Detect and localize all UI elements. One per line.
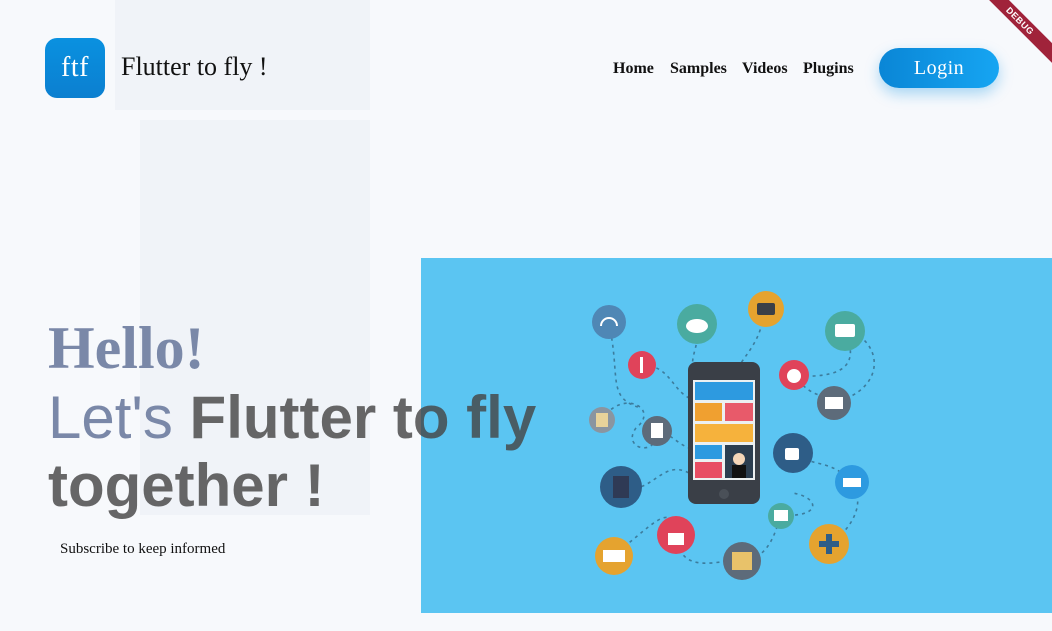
thumbs-up-icon	[773, 433, 813, 473]
hero-headline-line1: Let's Flutter to fly	[48, 384, 536, 452]
hero-hello: Hello!	[48, 315, 205, 381]
nav-samples[interactable]: Samples	[670, 60, 727, 78]
shopping-basket-icon	[835, 465, 869, 499]
open-book-icon	[595, 537, 633, 575]
subscribe-text[interactable]: Subscribe to keep informed	[60, 541, 225, 558]
brand-title: Flutter to fly !	[121, 52, 268, 81]
hero-headline-prefix: Let's	[48, 384, 190, 451]
nav-plugins[interactable]: Plugins	[803, 60, 854, 78]
headphones-icon	[592, 305, 626, 339]
login-button[interactable]: Login	[879, 48, 999, 88]
hero-headline-brand: Flutter to fly	[189, 384, 537, 451]
map-icon	[723, 542, 761, 580]
nav-videos[interactable]: Videos	[742, 60, 788, 78]
smartphone-icon	[688, 362, 760, 504]
nav-home[interactable]: Home	[613, 60, 654, 78]
page: ftf Flutter to fly ! Home Samples Videos…	[0, 0, 1052, 631]
login-label: Login	[913, 56, 965, 79]
cloud-icon	[677, 304, 717, 344]
mail-icon	[817, 386, 851, 420]
chat-icon	[825, 311, 865, 351]
stopwatch-icon	[779, 360, 809, 390]
hero-headline-line2: together !	[48, 452, 325, 519]
logo[interactable]: ftf	[45, 38, 105, 98]
document-icon	[642, 416, 672, 446]
utensils-icon	[628, 351, 656, 379]
lock-icon	[657, 516, 695, 554]
calculator-icon	[589, 407, 615, 433]
logo-text: ftf	[61, 52, 89, 83]
book-icon	[600, 466, 642, 508]
video-play-icon	[748, 291, 784, 327]
photo-icon	[768, 503, 794, 529]
gamepad-icon	[809, 524, 849, 564]
